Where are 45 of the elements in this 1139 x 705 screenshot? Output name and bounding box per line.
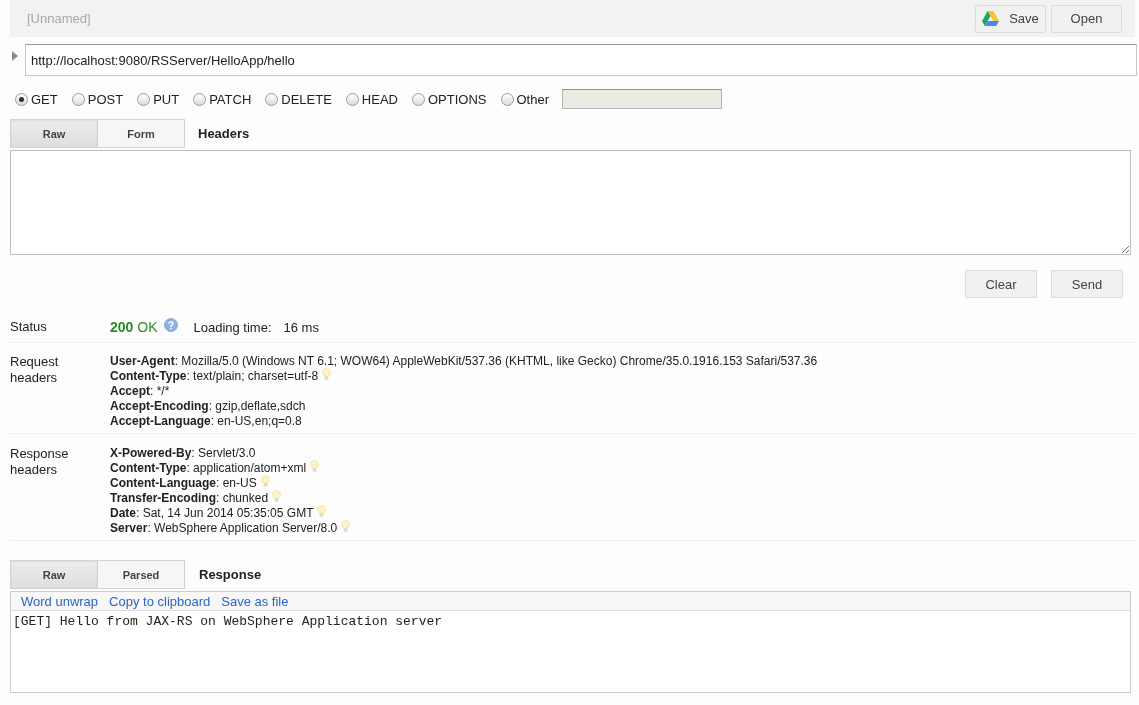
headers-field[interactable] [10,150,1131,255]
method-radio[interactable]: HEAD [345,91,398,107]
toolbar-link[interactable]: Save as file [221,593,289,609]
drive-logo-icon [982,11,1000,26]
method-radio[interactable]: PUT [137,91,180,107]
disclosure-triangle-icon[interactable] [11,51,19,61]
response-heading: Response [199,567,262,582]
method-radio[interactable]: GET [15,91,58,107]
help-icon[interactable] [164,318,179,332]
clear-button[interactable]: Clear [965,270,1037,298]
toolbar-link[interactable]: Word unwrap [21,593,99,609]
section-label: Status [10,319,48,335]
header-line: Content-Type: application/atom+xml [110,461,307,476]
view-tab[interactable]: Raw [10,119,98,148]
headers-heading: Headers [198,126,250,141]
method-radio[interactable]: POST [71,91,124,107]
header-line: X-Powered-By: Servlet/3.0 [110,446,256,461]
open-button[interactable]: Open [1051,4,1122,33]
header-line: Server: WebSphere Application Server/8.0 [110,521,338,536]
section-label: Request headers [10,354,60,387]
toolbar-link[interactable]: Copy to clipboard [109,593,211,609]
loading-time-value: 16 ms [283,319,319,335]
method-radio[interactable]: Other [500,91,549,107]
view-tab[interactable]: Raw [10,560,98,589]
method-radio[interactable]: PATCH [193,91,252,107]
loading-time-label: Loading time: [193,319,272,335]
header-line: User-Agent: Mozilla/5.0 (Windows NT 6.1; WOW64) AppleWebKit/537.36 (KHTML, like Gecko) Chrome/35.0.1916.153 Safari/537.36 [110,354,818,369]
header-line: Accept-Language: en-US,en;q=0.8 [110,414,302,429]
header-line: Accept-Encoding: gzip,deflate,sdch [110,399,306,414]
status-code: 200 OK [110,319,158,335]
method-radio[interactable]: OPTIONS [412,91,487,107]
view-tab[interactable]: Parsed [97,560,185,589]
header-line: Date: Sat, 14 Jun 2014 05:35:05 GMT [110,506,314,521]
header-line: Accept: */* [110,384,170,399]
method-radio[interactable]: DELETE [265,91,332,107]
header-line: Content-Language: en-US [110,476,257,491]
send-button[interactable]: Send [1051,270,1123,298]
section-label: Response headers [10,446,70,479]
header-line: Transfer-Encoding: chunked [110,491,269,506]
request-name: [Unnamed] [27,11,91,26]
header-line: Content-Type: text/plain; charset=utf-8 [110,369,319,384]
response-body: [GET] Hello from JAX-RS on WebSphere Application server [12,613,444,631]
view-tab[interactable]: Form [97,119,185,148]
save-button[interactable]: Save [975,4,1046,33]
url-field[interactable]: http://localhost:9080/RSServer/HelloApp/hello [25,44,1137,76]
